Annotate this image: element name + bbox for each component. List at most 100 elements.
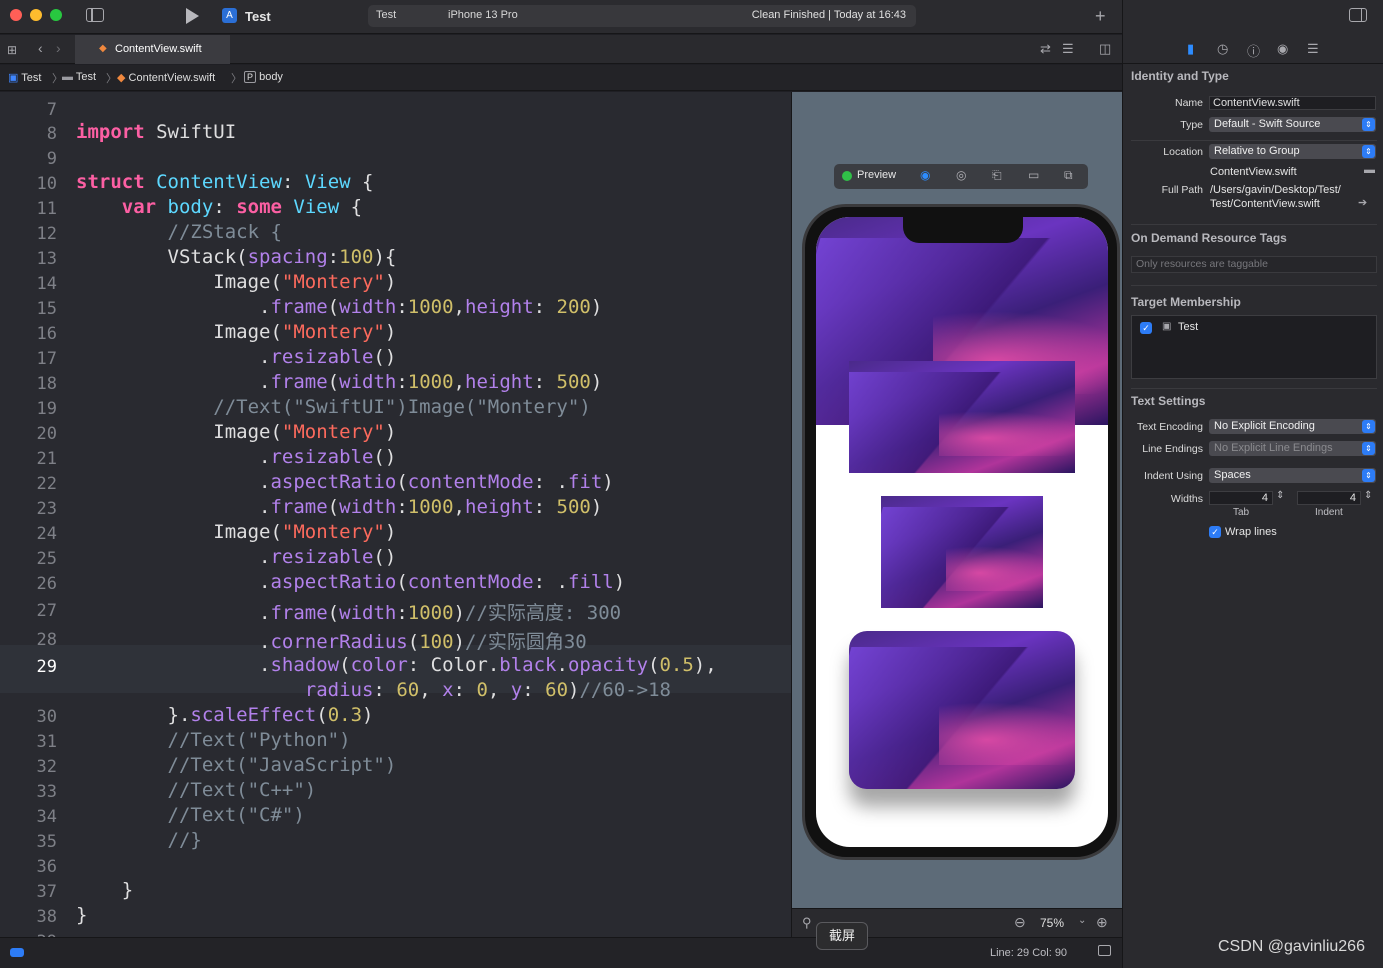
- attributes-inspector-icon[interactable]: ☰: [1307, 41, 1319, 57]
- code-line[interactable]: Image("Montery"): [76, 321, 396, 343]
- split-editor-icon[interactable]: ◫: [1099, 41, 1111, 57]
- iphone-frame: [802, 204, 1120, 860]
- code-line[interactable]: .resizable(): [76, 346, 396, 368]
- code-line[interactable]: //ZStack {: [76, 221, 282, 243]
- breadcrumb-symbol[interactable]: P body: [244, 71, 283, 83]
- code-line[interactable]: }.scaleEffect(0.3): [76, 704, 374, 726]
- code-line[interactable]: //Text("Python"): [76, 729, 351, 751]
- tab-label: ContentView.swift: [115, 43, 202, 55]
- add-library-icon[interactable]: +: [1095, 6, 1106, 27]
- build-status: Clean Finished | Today at 16:43: [751, 9, 906, 21]
- duplicate-preview-icon[interactable]: ⧉: [1064, 168, 1073, 183]
- code-line[interactable]: .frame(width:1000)//实际高度: 300: [76, 598, 621, 625]
- wrap-lines-label: Wrap lines: [1225, 526, 1277, 538]
- device-settings-icon[interactable]: ▭: [1028, 168, 1039, 182]
- zoom-level[interactable]: 75%: [1040, 916, 1064, 930]
- code-line[interactable]: //}: [76, 829, 202, 851]
- rotate-icon[interactable]: ⎗: [992, 168, 1002, 183]
- code-line[interactable]: .cornerRadius(100)//实际圆角30: [76, 627, 587, 654]
- preview-label[interactable]: Preview: [857, 169, 896, 181]
- target-checkbox[interactable]: ✓: [1140, 322, 1152, 334]
- close-window-button[interactable]: [10, 9, 22, 21]
- back-icon[interactable]: ‹: [38, 40, 43, 56]
- indent-width-stepper[interactable]: ⇕: [1364, 490, 1372, 501]
- location-select[interactable]: Relative to Group ⇕: [1209, 144, 1376, 159]
- code-line[interactable]: .aspectRatio(contentMode: .fit): [76, 471, 614, 493]
- encoding-select[interactable]: No Explicit Encoding ⇕: [1209, 419, 1376, 434]
- code-line[interactable]: //Text("C++"): [76, 779, 317, 801]
- code-line[interactable]: Image("Montery"): [76, 421, 396, 443]
- code-line[interactable]: .aspectRatio(contentMode: .fill): [76, 571, 625, 593]
- editor-options-icon[interactable]: ☰: [1062, 41, 1074, 57]
- hide-debug-icon[interactable]: [1098, 945, 1111, 956]
- code-line[interactable]: //Text("C#"): [76, 804, 305, 826]
- tags-field[interactable]: Only resources are taggable: [1131, 256, 1377, 273]
- chevron-down-icon[interactable]: ⌄: [1078, 915, 1086, 926]
- zoom-in-icon[interactable]: ⊕: [1096, 914, 1108, 931]
- live-mode-icon[interactable]: ◉: [920, 168, 930, 182]
- navigator-toggle-icon[interactable]: [86, 8, 104, 22]
- indent-width-field[interactable]: 4: [1297, 491, 1361, 505]
- selectable-mode-icon[interactable]: ◎: [956, 168, 966, 182]
- debug-area-toggle-icon[interactable]: [10, 948, 24, 957]
- code-line[interactable]: }: [76, 904, 87, 926]
- line-number: 16: [36, 324, 57, 344]
- indent-select[interactable]: Spaces ⇕: [1209, 468, 1376, 483]
- line-number: 11: [36, 199, 57, 219]
- code-line[interactable]: .frame(width:1000,height: 500): [76, 371, 602, 393]
- type-label: Type: [1180, 119, 1203, 131]
- chevron-right-icon: 〉: [106, 73, 117, 85]
- code-line[interactable]: Image("Montery"): [76, 521, 396, 543]
- code-line[interactable]: radius: 60, x: 0, y: 60)//60->18: [76, 679, 671, 701]
- code-line[interactable]: .shadow(color: Color.black.opacity(0.5),: [76, 654, 717, 676]
- endings-select[interactable]: No Explicit Line Endings ⇕: [1209, 441, 1376, 456]
- code-line[interactable]: .frame(width:1000,height: 200): [76, 296, 602, 318]
- identity-inspector-icon[interactable]: ◉: [1277, 41, 1288, 57]
- related-items-icon[interactable]: ⊞: [7, 43, 17, 57]
- code-line[interactable]: //Text("SwiftUI")Image("Montery"): [76, 396, 591, 418]
- target-name: Test: [1178, 321, 1199, 333]
- name-field[interactable]: ContentView.swift: [1209, 96, 1376, 110]
- endings-label: Line Endings: [1142, 443, 1203, 455]
- line-number: 25: [36, 549, 57, 569]
- history-inspector-icon[interactable]: ◷: [1217, 41, 1228, 57]
- tab-width-field[interactable]: 4: [1209, 491, 1273, 505]
- wrap-lines-checkbox[interactable]: ✓: [1209, 526, 1221, 538]
- forward-icon[interactable]: ›: [56, 40, 61, 56]
- code-line[interactable]: }: [76, 879, 133, 901]
- file-inspector-icon[interactable]: ▮: [1187, 41, 1194, 57]
- device-selector[interactable]: iPhone 13 Pro: [448, 9, 518, 21]
- code-line[interactable]: .resizable(): [76, 446, 396, 468]
- line-number: 29: [36, 657, 57, 677]
- tab-contentview[interactable]: ◆ ContentView.swift: [75, 35, 230, 64]
- zoom-window-button[interactable]: [50, 9, 62, 21]
- code-line[interactable]: Image("Montery"): [76, 271, 396, 293]
- inspector-toggle-icon[interactable]: [1349, 8, 1367, 22]
- code-review-icon[interactable]: ⇄: [1040, 41, 1051, 57]
- quick-help-icon[interactable]: ⓘ: [1247, 41, 1260, 60]
- type-select[interactable]: Default - Swift Source ⇕: [1209, 117, 1376, 132]
- reveal-in-finder-icon[interactable]: ➔: [1358, 196, 1367, 209]
- tab-width-stepper[interactable]: ⇕: [1276, 490, 1284, 501]
- breadcrumb-group[interactable]: ▬ Test: [62, 71, 96, 83]
- code-line[interactable]: var body: some View {: [76, 196, 362, 218]
- code-line[interactable]: import SwiftUI: [76, 121, 236, 143]
- inspector-tabs: ▮ ◷ ⓘ ◉ ☰: [1123, 35, 1383, 64]
- code-line[interactable]: .frame(width:1000,height: 500): [76, 496, 602, 518]
- breadcrumb-file[interactable]: ◆ ContentView.swift: [117, 71, 215, 84]
- scheme-selector[interactable]: Test: [376, 9, 396, 21]
- code-line[interactable]: VStack(spacing:100){: [76, 246, 397, 268]
- pin-icon[interactable]: ⚲: [802, 915, 812, 931]
- minimize-window-button[interactable]: [30, 9, 42, 21]
- run-icon[interactable]: [186, 8, 199, 24]
- code-line[interactable]: //Text("JavaScript"): [76, 754, 397, 776]
- breadcrumb-project[interactable]: ▣ Test: [8, 71, 41, 84]
- montery-image-4: [849, 631, 1075, 789]
- folder-icon[interactable]: ▬: [1364, 164, 1375, 176]
- code-line[interactable]: .resizable(): [76, 546, 396, 568]
- code-line[interactable]: struct ContentView: View {: [76, 171, 373, 193]
- source-editor[interactable]: 7 8 import SwiftUI 9 10 struct ContentView: V…: [0, 92, 791, 937]
- indent-caption: Indent: [1315, 507, 1343, 518]
- line-number: 23: [36, 499, 57, 519]
- zoom-out-icon[interactable]: ⊖: [1014, 914, 1026, 931]
